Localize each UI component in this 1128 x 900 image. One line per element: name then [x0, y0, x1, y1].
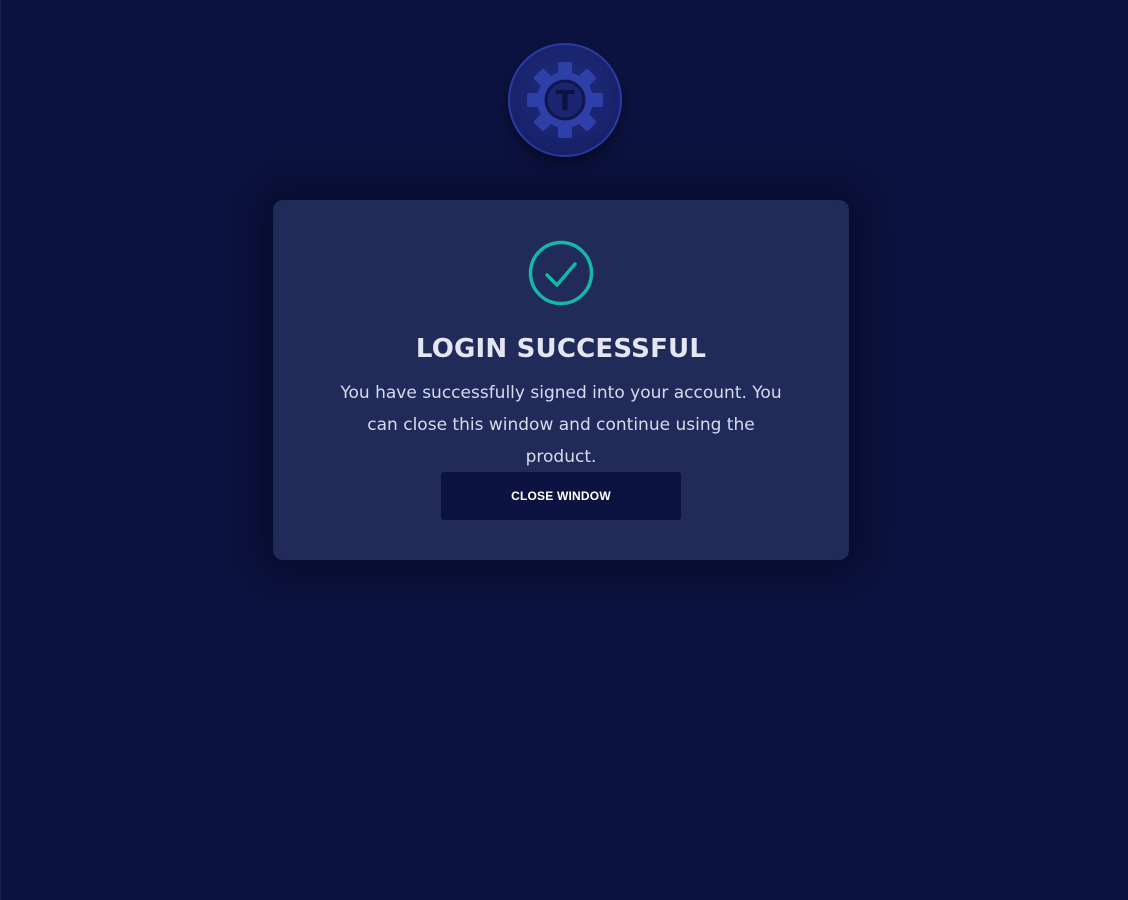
dialog-title: LOGIN SUCCESSFUL	[415, 334, 707, 364]
dialog-message: You have successfully signed into your a…	[340, 383, 782, 467]
gear-t-logo-icon: T	[527, 62, 603, 138]
close-window-button[interactable]: CLOSE WINDOW	[441, 472, 681, 520]
login-success-card: LOGIN SUCCESSFUL You have successfully s…	[273, 200, 849, 560]
check-circle-icon	[528, 240, 594, 306]
login-success-page: T LOGIN SUCCESSFUL You have successfully…	[0, 0, 1128, 900]
brand-logo: T	[508, 43, 622, 157]
logo-letter: T	[555, 84, 574, 117]
